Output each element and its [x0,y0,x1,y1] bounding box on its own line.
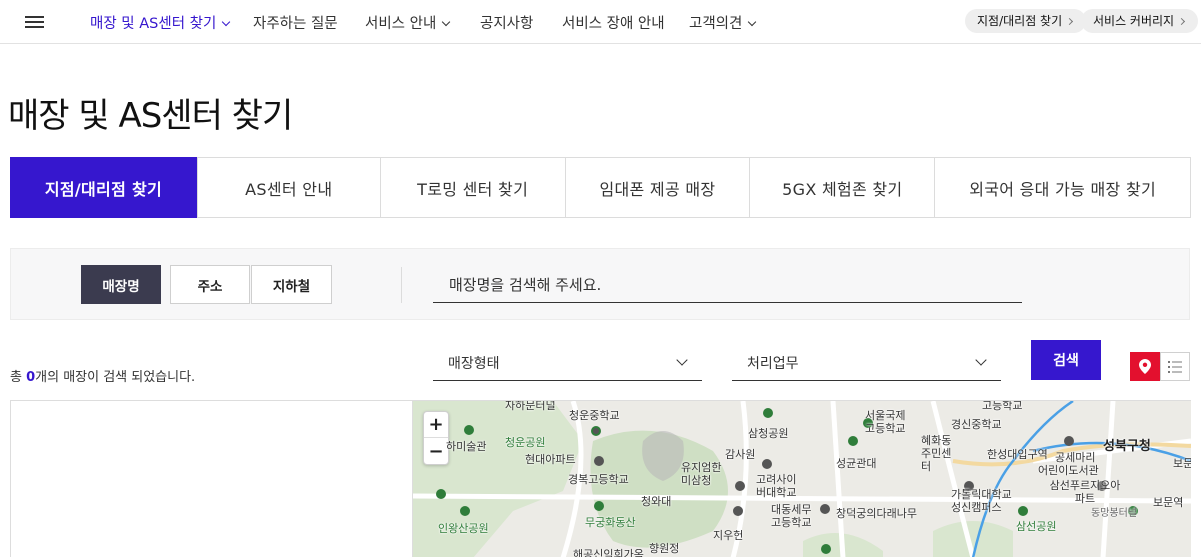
search-panel: 매장명 주소 지하철 [10,248,1190,320]
chevron-down-icon [975,354,987,366]
nav-item-faq[interactable]: 자주하는 질문 [253,12,338,33]
map-pin-icon [1139,359,1151,374]
map-label: 하미술관 [446,440,487,453]
map-label: 한성대입구역 [987,448,1048,461]
map-label: 동망봉터널 [1091,508,1137,519]
map-label: 인왕산공원 [438,522,489,535]
map-label: 무궁화동산 [585,516,636,529]
map-label: 청운공원 [505,436,546,449]
map-label: 삼선푸르지오아파트 [1049,479,1121,505]
tab-foreign-language[interactable]: 외국어 응대 가능 매장 찾기 [935,158,1190,217]
map-label: 삼청공원 [748,427,789,440]
nav-item-notice[interactable]: 공지사항 [480,12,533,33]
map-label: 향원정 [649,542,680,555]
zoom-out-button[interactable]: − [424,438,448,464]
map-label: 가톨릭대학교성신캠퍼스 [951,488,1012,514]
page-title: 매장 및 AS센터 찾기 [8,96,293,136]
nav-label: 매장 및 AS센터 찾기 [90,16,217,32]
map-label: 감사원 [725,448,756,461]
map-label: 보문역 [1153,496,1184,509]
map-label: 공세마리 [1055,451,1096,464]
pill-label: 지점/대리점 찾기 [977,14,1063,28]
quick-link-store-finder[interactable]: 지점/대리점 찾기 [965,9,1087,33]
map[interactable]: + − 자하문터널 청운중학교 서울국제고등학교 경신중학교 삼청공원 하미술관… [413,400,1191,557]
divider [401,267,402,303]
map-label: 서울국제고등학교 [865,409,906,435]
list-view-toggle[interactable] [1160,352,1190,381]
search-input[interactable] [433,267,1022,303]
result-prefix: 총 [10,370,27,385]
tab-troaming-center[interactable]: T로밍 센터 찾기 [381,158,566,217]
map-view-toggle[interactable] [1130,352,1160,381]
list-icon [1168,360,1182,373]
map-label: 삼선공원 [1016,520,1057,533]
result-suffix: 개의 매장이 검색 되었습니다. [35,370,196,385]
nav-label: 공지사항 [480,16,534,32]
select-value: 처리업무 [747,356,799,372]
chevron-down-icon [442,17,451,27]
tab-5gx-zone[interactable]: 5GX 체험존 찾기 [750,158,936,217]
nav-item-outage[interactable]: 서비스 장애 안내 [562,12,665,33]
nav-item-store-finder[interactable]: 매장 및 AS센터 찾기 [90,12,231,33]
chevron-down-icon [222,17,231,27]
search-mode-store-name[interactable]: 매장명 [81,265,161,304]
map-label: 청운중학교 [569,409,620,422]
result-number: 0 [26,370,36,385]
map-label: 대동세무고등학교 [771,503,812,529]
map-label: 경신중학교 [951,418,1002,431]
map-label: 해공신익희가옥 [573,548,644,557]
chevron-down-icon [748,17,757,27]
map-label: 청와대 [641,495,672,508]
top-navigation: 매장 및 AS센터 찾기 자주하는 질문 서비스 안내 공지사항 서비스 장애 … [0,0,1201,44]
nav-label: 자주하는 질문 [253,16,338,32]
pill-label: 서비스 커버리지 [1093,14,1175,28]
chevron-down-icon [676,354,688,366]
zoom-in-button[interactable]: + [424,412,448,438]
map-label: 고려사이버대학교 [756,473,797,499]
nav-item-service-guide[interactable]: 서비스 안내 [365,12,451,33]
chevron-right-icon [1178,17,1186,26]
map-label: 자하문터널 [505,400,556,412]
map-label: 성균관대 [836,457,877,470]
map-label: 지우헌 [713,529,744,542]
store-type-select[interactable]: 매장형태 [433,345,702,381]
nav-label: 고객의견 [689,16,743,32]
business-select[interactable]: 처리업무 [732,345,1001,381]
search-button[interactable]: 검색 [1031,340,1101,380]
store-list-pane [10,400,413,557]
map-label: 유지엄한미삼청 [681,461,722,487]
map-label: 고등학교 [982,400,1023,412]
search-mode-address[interactable]: 주소 [170,265,250,304]
nav-item-feedback[interactable]: 고객의견 [689,12,757,33]
tab-rental-phone[interactable]: 임대폰 제공 매장 [566,158,751,217]
map-label: 성북구청 [1103,439,1151,454]
result-count: 총 0개의 매장이 검색 되었습니다. [10,366,195,385]
chevron-right-icon [1066,17,1074,26]
map-label: 현대아파트 [525,453,576,466]
tab-bar: 지점/대리점 찾기 AS센터 안내 T로밍 센터 찾기 임대폰 제공 매장 5G… [10,157,1191,218]
select-value: 매장형태 [448,356,500,372]
search-mode-subway[interactable]: 지하철 [251,265,332,304]
map-label: 경복고등학교 [568,473,629,486]
quick-link-coverage[interactable]: 서비스 커버리지 [1081,9,1199,33]
map-label: 창덕궁의다래나무 [836,507,917,520]
map-label: 보문 [1173,457,1191,470]
map-label: 혜화동주민센터 [921,434,952,473]
menu-icon[interactable] [25,16,44,29]
nav-label: 서비스 안내 [365,16,437,32]
tab-store-finder[interactable]: 지점/대리점 찾기 [10,157,198,218]
nav-label: 서비스 장애 안내 [562,16,665,32]
tab-as-center[interactable]: AS센터 안내 [198,158,381,217]
